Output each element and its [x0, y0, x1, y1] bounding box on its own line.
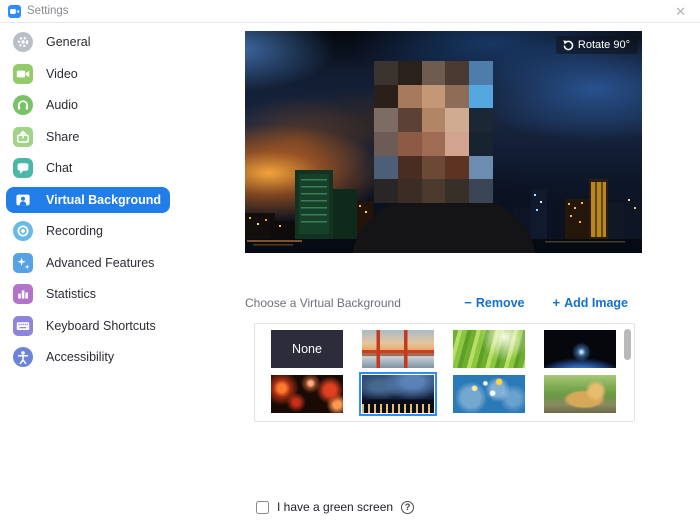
keyboard-icon	[13, 315, 33, 336]
video-camera-icon	[13, 63, 33, 84]
sidebar-label: Advanced Features	[46, 255, 155, 270]
rotate-90-button[interactable]: Rotate 90°	[555, 36, 638, 54]
thumb-doge-park[interactable]	[544, 375, 616, 413]
sidebar-label: General	[46, 35, 91, 49]
rotate-label: Rotate 90°	[577, 39, 630, 51]
headphones-icon	[13, 95, 33, 115]
share-screen-icon	[13, 126, 33, 147]
green-screen-checkbox[interactable]	[256, 500, 269, 514]
thumb-golden-gate-bridge[interactable]	[362, 330, 434, 368]
sidebar-label: Chat	[46, 161, 73, 175]
person-icon	[13, 347, 33, 367]
thumb-none[interactable]: None	[271, 330, 343, 368]
remove-button[interactable]: − Remove	[464, 295, 524, 310]
thumbnail-grid: None	[255, 324, 634, 416]
rotate-icon	[563, 40, 574, 51]
sidebar-item-virtual-background[interactable]: Virtual Background	[6, 186, 170, 213]
add-image-button[interactable]: + Add Image	[553, 295, 629, 310]
sidebar-label: Virtual Background	[46, 192, 162, 207]
chooser-title: Choose a Virtual Background	[245, 295, 401, 310]
chat-bubble-icon	[13, 158, 33, 178]
sidebar-item-audio[interactable]: Audio	[6, 92, 170, 118]
zoom-app-icon	[8, 4, 21, 18]
sidebar-label: Accessibility	[46, 350, 115, 364]
video-preview: Rotate 90°	[245, 31, 642, 253]
sidebar-item-general[interactable]: General	[6, 29, 170, 55]
thumb-grass[interactable]	[453, 330, 525, 368]
virtual-background-icon	[16, 194, 30, 205]
face-mosaic	[374, 61, 493, 203]
add-image-label: Add Image	[564, 295, 628, 310]
gallery-scrollbar[interactable]	[624, 329, 631, 360]
sidebar-label: Share	[46, 129, 80, 144]
sidebar: General Video Audio Share Chat Virtual B…	[0, 23, 191, 524]
sidebar-label: Video	[46, 66, 78, 81]
sidebar-item-advanced-features[interactable]: Advanced Features	[6, 250, 170, 276]
thumb-night-lantern-alley[interactable]	[271, 375, 343, 413]
thumb-world-map-blue[interactable]	[453, 375, 525, 413]
chooser-header: Choose a Virtual Background − Remove + A…	[245, 295, 642, 310]
green-screen-label: I have a green screen	[277, 500, 394, 514]
close-icon[interactable]: ✕	[669, 3, 692, 20]
sidebar-label: Audio	[46, 98, 78, 112]
sparkles-icon	[13, 252, 33, 273]
thumb-earth-from-space[interactable]	[544, 330, 616, 368]
help-icon[interactable]: ?	[401, 500, 415, 514]
gear-icon	[13, 32, 33, 52]
thumb-city-skyline-night[interactable]	[359, 372, 437, 416]
none-label: None	[292, 342, 322, 356]
green-screen-row: I have a green screen ?	[256, 500, 415, 514]
minus-icon: −	[464, 295, 472, 310]
sidebar-label: Statistics	[46, 287, 97, 301]
settings-window: Settings ✕ General Video Audio Share Cha…	[0, 0, 700, 524]
remove-label: Remove	[475, 295, 525, 310]
record-icon	[13, 221, 33, 241]
sidebar-item-recording[interactable]: Recording	[6, 218, 170, 244]
background-gallery: None	[254, 323, 635, 422]
sidebar-item-accessibility[interactable]: Accessibility	[6, 344, 170, 370]
sidebar-label: Recording	[46, 224, 103, 238]
sidebar-label: Keyboard Shortcuts	[46, 318, 156, 333]
sidebar-item-statistics[interactable]: Statistics	[6, 281, 170, 307]
sidebar-item-share[interactable]: Share	[6, 124, 170, 150]
virtual-background-panel: Rotate 90° Choose a Virtual Background −…	[190, 23, 700, 524]
plus-icon: +	[552, 295, 561, 310]
sidebar-item-keyboard-shortcuts[interactable]: Keyboard Shortcuts	[6, 313, 170, 339]
titlebar: Settings ✕	[0, 0, 700, 23]
sidebar-item-chat[interactable]: Chat	[6, 155, 170, 181]
window-title: Settings	[27, 5, 69, 17]
bar-chart-icon	[13, 284, 33, 304]
sidebar-item-video[interactable]: Video	[6, 61, 170, 87]
